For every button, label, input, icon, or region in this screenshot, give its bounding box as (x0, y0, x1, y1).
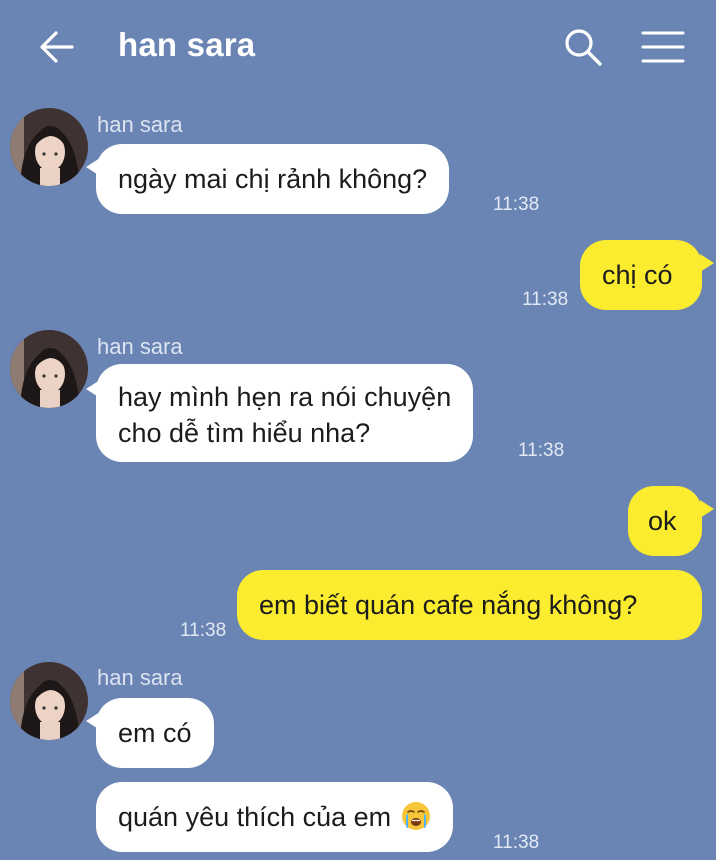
message-bubble-outgoing[interactable]: ok (628, 486, 702, 556)
message-text: quán yêu thích của em (118, 802, 392, 832)
chat-title: han sara (118, 26, 256, 63)
avatar[interactable] (10, 662, 88, 740)
bubble-tail (700, 254, 714, 272)
message-text: ngày mai chị rảnh không? (118, 164, 428, 194)
message-text: em có (118, 718, 192, 748)
message-bubble-incoming[interactable]: hay mình hẹn ra nói chuyện cho dễ tìm hi… (96, 364, 474, 462)
message-bubble-incoming[interactable]: ngày mai chị rảnh không? (96, 144, 450, 214)
back-button[interactable] (36, 26, 78, 68)
loudly-crying-face-icon (401, 802, 430, 830)
avatar[interactable] (10, 108, 88, 186)
chat-header: han sara (0, 0, 716, 92)
bubble-tail (700, 500, 714, 518)
message-bubble-outgoing[interactable]: em biết quán cafe nắng không? (237, 570, 702, 640)
message-time: 11:38 (522, 289, 569, 310)
message-time: 11:38 (493, 832, 540, 853)
sender-name: han sara (97, 334, 183, 359)
search-icon (565, 29, 602, 66)
sender-name: han sara (97, 112, 183, 137)
message-time: 11:38 (493, 194, 540, 215)
message-bubble-incoming[interactable]: em có (96, 698, 214, 768)
message-time: 11:38 (518, 440, 565, 461)
sender-name: han sara (97, 665, 183, 690)
message-text: ok (648, 506, 677, 536)
message-text: chị có (602, 260, 673, 290)
message-text: em biết quán cafe nắng không? (259, 590, 638, 620)
avatar[interactable] (10, 330, 88, 408)
message-bubble-outgoing[interactable]: chị có (580, 240, 702, 310)
message-text-line: cho dễ tìm hiểu nha? (118, 418, 371, 448)
message-bubble-incoming[interactable]: quán yêu thích của em (96, 782, 453, 852)
menu-button[interactable] (640, 26, 686, 68)
message-text-line: hay mình hẹn ra nói chuyện (118, 382, 452, 412)
hamburger-menu-icon (641, 31, 685, 63)
search-button[interactable] (562, 26, 604, 68)
message-time: 11:38 (180, 620, 227, 641)
arrow-left-icon (40, 31, 74, 63)
